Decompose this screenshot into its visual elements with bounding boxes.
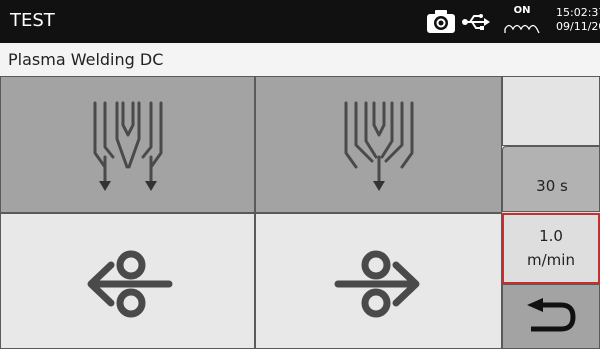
return-arrow-icon (527, 297, 576, 331)
clock-date: 09/11/20 (556, 20, 600, 33)
back-button[interactable] (502, 284, 600, 349)
welding-mode-label: Plasma Welding DC (8, 50, 164, 69)
torch-focused-button[interactable] (255, 76, 502, 213)
torch-gas-focused-icon (344, 101, 413, 191)
torch-gas-spread-icon (93, 101, 162, 191)
heating-status-label: ON (513, 5, 531, 16)
wire-reverse-button[interactable] (0, 213, 255, 349)
torch-spread-button[interactable] (0, 76, 255, 213)
heating-on-icon: ON (498, 2, 546, 40)
mode-bar: Plasma Welding DC (0, 43, 600, 76)
wire-feed-reverse-icon (87, 250, 172, 318)
wire-speed-unit: m/min (527, 251, 575, 269)
clock-time: 15:02:37 (556, 6, 600, 19)
usb-icon (461, 12, 491, 32)
status-bar: TEST ON 15:02:37 09/11/20 (0, 0, 600, 43)
wire-speed-value: 1.0 (539, 227, 563, 245)
time-value: 30 s (536, 177, 568, 195)
wire-speed-setting-button[interactable]: 1.0 m/min (502, 213, 600, 284)
time-setting-button[interactable]: 30 s (502, 146, 600, 212)
wire-forward-button[interactable] (255, 213, 502, 349)
empty-slot (502, 76, 600, 146)
clock: 15:02:37 09/11/20 (556, 6, 600, 34)
wire-feed-forward-icon (334, 250, 419, 318)
screen-title: TEST (10, 10, 55, 31)
camera-icon[interactable] (426, 9, 456, 34)
